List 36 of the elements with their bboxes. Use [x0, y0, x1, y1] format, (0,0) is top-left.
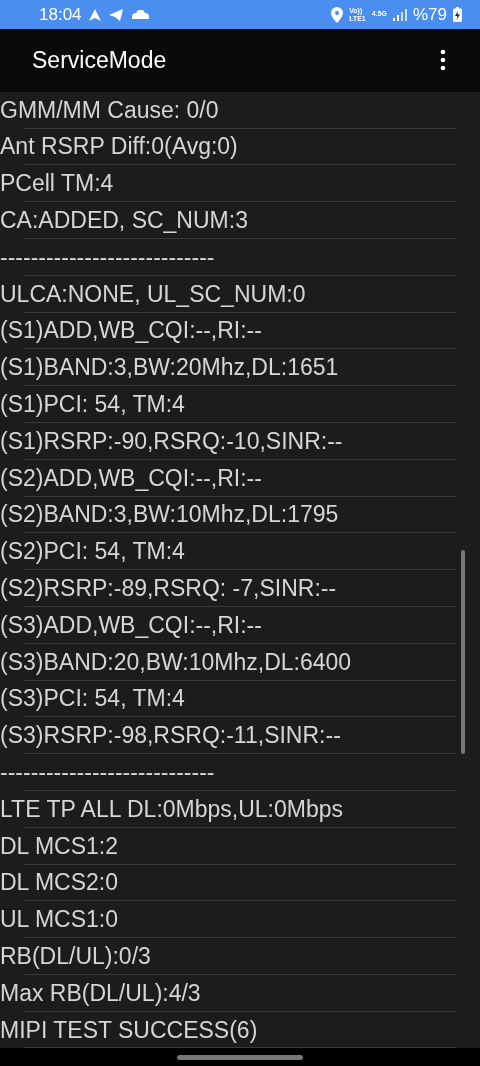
info-line: (S1)PCI: 54, TM:4: [0, 391, 185, 419]
info-line: MIPI TEST SUCCESS(6): [0, 1016, 258, 1044]
info-line: ----------------------------: [0, 243, 215, 271]
info-line: (S1)ADD,WB_CQI:--,RI:--: [0, 317, 262, 345]
battery-percent: %79: [412, 4, 447, 25]
app-title: ServiceMode: [32, 47, 167, 74]
info-line: UL MCS1:0: [0, 906, 119, 934]
home-handle[interactable]: [177, 1054, 303, 1060]
info-line: (S3)ADD,WB_CQI:--,RI:--: [0, 611, 262, 639]
info-line: GMM/MM Cause: 0/0: [0, 96, 219, 124]
info-line: Max RB(DL/UL):4/3: [0, 979, 201, 1007]
info-line: (S2)ADD,WB_CQI:--,RI:--: [0, 464, 262, 492]
info-line: (S2)PCI: 54, TM:4: [0, 538, 185, 566]
info-line: (S3)PCI: 54, TM:4: [0, 685, 185, 713]
info-line: (S2)RSRP:-89,RSRQ: -7,SINR:--: [0, 575, 337, 602]
info-line: (S3)RSRP:-98,RSRQ:-11,SINR:--: [0, 722, 341, 750]
signal-icon: [392, 8, 407, 21]
paper-plane-icon: [107, 7, 124, 22]
info-line: RB(DL/UL):0/3: [0, 943, 151, 970]
location-pin-icon: [331, 6, 344, 23]
navigation-arrow-icon: [87, 7, 102, 22]
info-line: LTE TP ALL DL:0Mbps,UL:0Mbps: [0, 795, 344, 823]
info-line: ----------------------------: [0, 759, 215, 786]
info-line: PCell TM:4: [0, 170, 114, 198]
info-line: (S2)BAND:3,BW:10Mhz,DL:1795: [0, 501, 339, 529]
info-line: DL MCS2:0: [0, 869, 119, 897]
info-line: (S1)RSRP:-90,RSRQ:-10,SINR:--: [0, 427, 343, 455]
info-line: (S3)BAND:20,BW:10Mhz,DL:6400: [0, 648, 352, 676]
info-line: DL MCS1:2: [0, 832, 119, 860]
info-line: (S1)BAND:3,BW:20Mhz,DL:1651: [0, 354, 339, 382]
info-line: Ant RSRP Diff:0(Avg:0): [0, 133, 238, 161]
status-time: 18:04: [39, 4, 82, 25]
info-line: CA:ADDED, SC_NUM:3: [0, 207, 248, 235]
battery-charging-icon: [453, 7, 462, 23]
more-options-icon: [440, 49, 446, 72]
info-line: ULCA:NONE, UL_SC_NUM:0: [0, 280, 306, 308]
